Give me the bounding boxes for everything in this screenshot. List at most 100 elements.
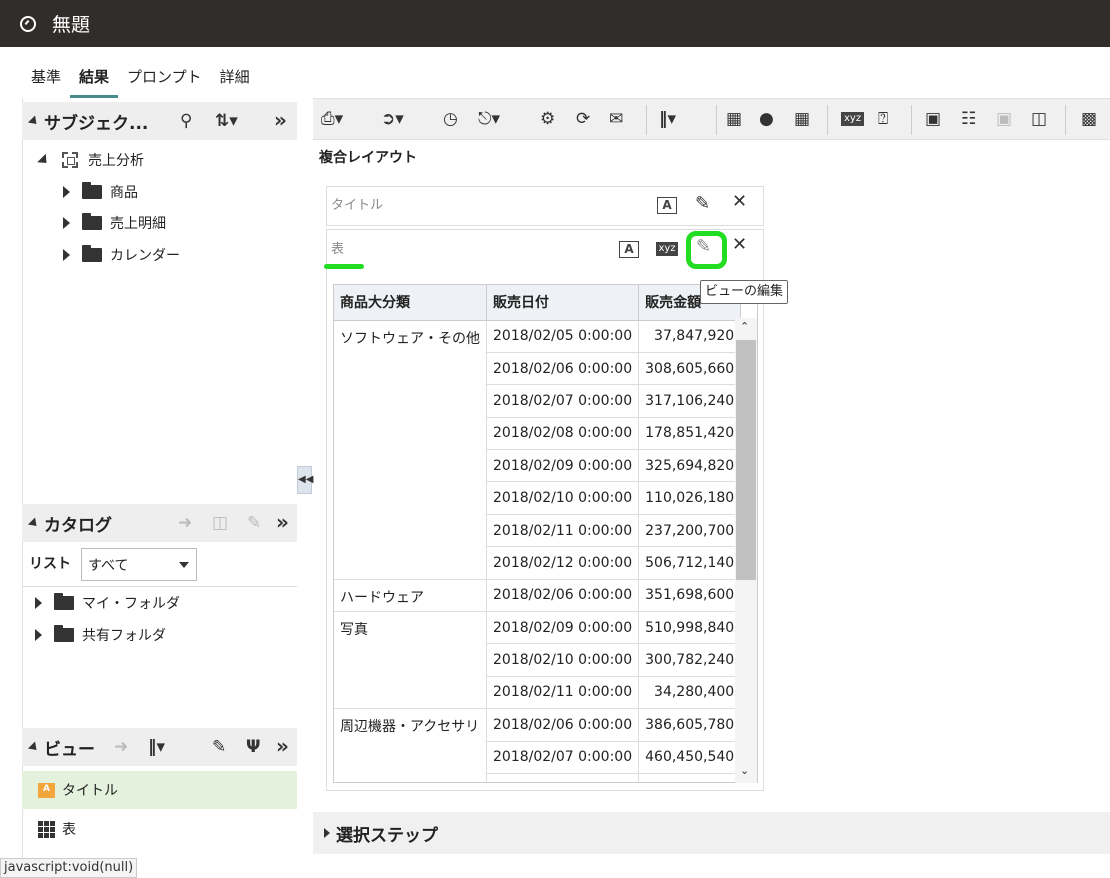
edit-icon[interactable]: ✎ xyxy=(695,193,710,214)
rename-view-icon[interactable]: Ψ xyxy=(246,737,260,757)
toolbar-separator xyxy=(827,105,828,135)
email-icon[interactable]: ✉ xyxy=(609,109,623,129)
new-compound-icon[interactable]: ▦ xyxy=(726,109,742,129)
expand-icon[interactable] xyxy=(63,186,70,198)
toolbar-separator xyxy=(716,105,717,135)
window-title: 無題 xyxy=(52,14,91,36)
expand-icon[interactable] xyxy=(63,217,70,229)
table-row: ハードウェア 2018/02/06 0:00:00 351,698,600 xyxy=(334,579,754,613)
tab-prompts[interactable]: プロンプト xyxy=(118,58,211,98)
print-icon[interactable]: ⎙▾ xyxy=(321,109,343,129)
new-view-icon[interactable]: ‖▾ xyxy=(148,737,165,757)
amount-cell: 506,712,140 xyxy=(638,546,742,580)
auto-preview-icon[interactable]: ▩ xyxy=(1081,109,1097,129)
results-toolbar: ⎙▾ ➲▾ ◷ ⎋▾ ⚙ ⟳ ✉ ‖▾ ▦ ● ▦ xyz ⍰ ▣ ☷ ▣ ◫ … xyxy=(313,98,1110,140)
tree-folder-calendar[interactable]: カレンダー xyxy=(63,245,180,265)
table-row: 周辺機器・アクセサリ 2018/02/06 0:00:00 386,605,780 xyxy=(334,708,754,782)
amount-cell: 325,694,820 xyxy=(638,449,742,483)
catalog-properties-icon[interactable]: ◫ xyxy=(212,513,228,533)
selection-steps-bar[interactable]: 選択ステップ xyxy=(313,812,1110,854)
add-view-icon[interactable]: ➜ xyxy=(114,737,128,757)
split-icon[interactable]: ◫ xyxy=(1031,109,1047,129)
expand-panel-icon[interactable]: » xyxy=(274,108,287,132)
tree-root-label: 売上分析 xyxy=(88,153,144,169)
tab-advanced[interactable]: 詳細 xyxy=(211,58,259,98)
amount-cell: 300,782,240 xyxy=(638,643,742,677)
export-icon[interactable]: ➲▾ xyxy=(381,109,404,129)
refresh-icon[interactable]: ⟳ xyxy=(576,109,590,129)
tree-folder-sales-detail[interactable]: 売上明細 xyxy=(63,213,166,233)
table-scrollbar[interactable]: ⌃ ⌄ xyxy=(735,318,757,783)
settings-icon[interactable]: ⚙ xyxy=(540,109,555,129)
new-view-icon[interactable]: ‖▾ xyxy=(659,109,676,129)
analysis-icon xyxy=(20,15,36,32)
scroll-up-icon[interactable]: ⌃ xyxy=(740,320,749,333)
search-icon[interactable]: ⚲ xyxy=(180,111,192,131)
edit-icon[interactable]: ✎ xyxy=(247,513,261,533)
subject-area-icon xyxy=(62,152,78,168)
subject-area-header[interactable]: サブジェク... ⚲ ⇅▾ » xyxy=(22,102,297,140)
column-header[interactable]: 商品大分類 xyxy=(334,285,487,321)
tree-folder-product[interactable]: 商品 xyxy=(63,182,138,202)
expand-panel-icon[interactable]: » xyxy=(276,734,289,758)
amount-cell: 510,998,840 xyxy=(638,611,742,645)
views-header[interactable]: ビュー ➜ ‖▾ ✎ Ψ » xyxy=(22,728,297,766)
tree-root[interactable]: 売上分析 xyxy=(37,150,144,170)
collapse-icon[interactable] xyxy=(27,516,41,530)
date-cell: 2018/02/11 0:00:00 xyxy=(486,514,640,548)
tab-results[interactable]: 結果 xyxy=(70,58,119,98)
add-to-criteria-icon[interactable]: ➜ xyxy=(178,513,192,533)
format-container-icon[interactable]: A xyxy=(619,241,639,258)
table-view-label: 表 xyxy=(331,242,345,257)
expand-icon[interactable] xyxy=(35,597,42,609)
format-container-icon[interactable]: A xyxy=(657,197,677,214)
close-icon[interactable]: ✕ xyxy=(732,191,747,212)
date-cell: 2018/02/08 0:00:00 xyxy=(486,417,640,451)
pane-collapse-handle[interactable]: ◀◀ xyxy=(297,466,313,494)
amount-cell: 460,450,540 xyxy=(638,741,742,774)
folder-icon xyxy=(82,182,102,199)
xyz-icon[interactable]: xyz xyxy=(656,242,678,256)
catalog-my-folders[interactable]: マイ・フォルダ xyxy=(35,593,180,613)
view-selector-icon[interactable]: ● xyxy=(759,109,774,129)
expand-icon[interactable] xyxy=(324,828,330,838)
catalog-list-select[interactable]: すべて xyxy=(81,548,197,581)
highlight-underline xyxy=(324,264,364,269)
highlight-circle xyxy=(686,231,727,269)
edit-view-icon[interactable]: ✎ xyxy=(212,737,226,757)
duplicate-icon[interactable]: ☷ xyxy=(961,109,976,129)
date-cell: 2018/02/10 0:00:00 xyxy=(486,481,640,515)
view-item-table[interactable]: 表 xyxy=(22,810,297,848)
sort-icon[interactable]: ⇅▾ xyxy=(215,111,238,131)
expand-panel-icon[interactable]: » xyxy=(276,510,289,534)
amount-cell: 386,605,780 xyxy=(638,708,742,742)
print-options-icon[interactable]: ⎋▾ xyxy=(478,109,500,129)
expand-icon[interactable] xyxy=(37,153,51,167)
catalog-header[interactable]: カタログ ➜ ◫ ✎ » xyxy=(22,504,297,542)
tab-criteria[interactable]: 基準 xyxy=(22,58,70,98)
xyz-icon[interactable]: xyz xyxy=(841,112,865,126)
date-cell: 2018/02/06 0:00:00 xyxy=(486,579,640,613)
amount-cell: 351,698,600 xyxy=(638,579,742,613)
catalog-shared-folders[interactable]: 共有フォルダ xyxy=(35,625,166,645)
expand-icon[interactable] xyxy=(63,249,70,261)
text-icon[interactable]: ⍰ xyxy=(878,109,888,129)
scroll-down-icon[interactable]: ⌄ xyxy=(740,764,749,777)
close-icon[interactable]: ✕ xyxy=(732,234,747,255)
date-cell: 2018/02/09 0:00:00 xyxy=(486,449,640,483)
chevron-down-icon xyxy=(179,562,189,568)
scrollbar-thumb[interactable] xyxy=(736,340,756,580)
collapse-icon[interactable] xyxy=(27,114,41,128)
insert-view-icon[interactable]: ▣ xyxy=(925,109,941,129)
tooltip: ビューの編集 xyxy=(700,280,789,304)
amount-cell: 178,851,420 xyxy=(638,417,742,451)
column-header[interactable]: 販売日付 xyxy=(486,285,640,321)
schedule-icon[interactable]: ◷ xyxy=(443,109,458,129)
add-column-icon[interactable]: ▦ xyxy=(794,109,810,129)
view-item-title[interactable]: A タイトル xyxy=(22,771,297,809)
collapse-icon[interactable] xyxy=(27,740,41,754)
remove-icon[interactable]: ▣ xyxy=(996,109,1012,129)
category-cell: ハードウェア xyxy=(334,579,487,613)
expand-icon[interactable] xyxy=(35,629,42,641)
divider xyxy=(22,586,297,587)
